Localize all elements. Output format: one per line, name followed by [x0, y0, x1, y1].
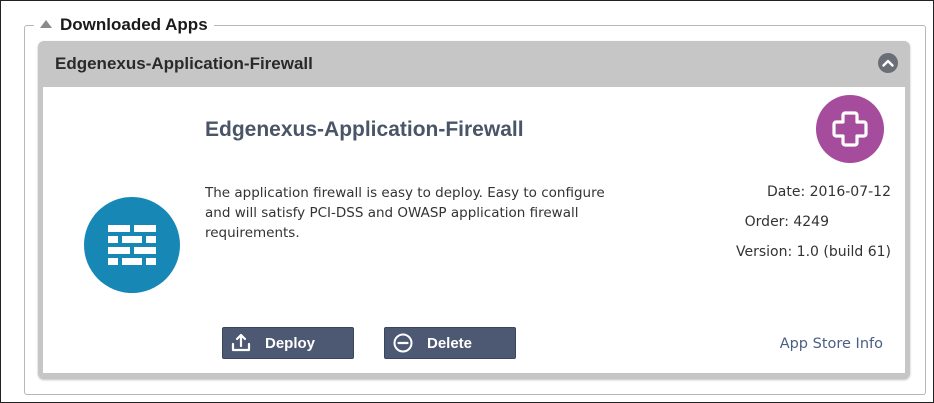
app-date: Date: 2016-07-12 — [767, 184, 891, 200]
collapse-triangle-icon[interactable] — [40, 20, 52, 28]
deploy-upload-icon — [230, 332, 252, 354]
deploy-button-label: Deploy — [265, 334, 316, 352]
app-panel: Edgenexus-Application-Firewall Edgenexus… — [38, 41, 910, 379]
collapse-chevron-up-icon[interactable] — [878, 53, 898, 73]
downloaded-apps-legend[interactable]: Downloaded Apps — [34, 14, 214, 36]
section-title: Downloaded Apps — [60, 15, 208, 34]
delete-button[interactable]: Delete — [384, 327, 516, 359]
plus-icon[interactable] — [816, 95, 884, 163]
app-order: Order: 4249 — [744, 214, 829, 230]
app-version: Version: 1.0 (build 61) — [736, 244, 891, 260]
app-description: The application firewall is easy to depl… — [205, 185, 605, 241]
delete-button-label: Delete — [427, 334, 473, 352]
app-store-info-link[interactable]: App Store Info — [780, 336, 883, 352]
firewall-brick-icon — [84, 197, 180, 293]
delete-minus-circle-icon — [392, 332, 414, 354]
deploy-button[interactable]: Deploy — [222, 327, 354, 359]
panel-header-title: Edgenexus-Application-Firewall — [55, 54, 313, 73]
app-card: Edgenexus-Application-Firewall The appli… — [43, 87, 905, 373]
app-title: Edgenexus-Application-Firewall — [205, 118, 524, 141]
